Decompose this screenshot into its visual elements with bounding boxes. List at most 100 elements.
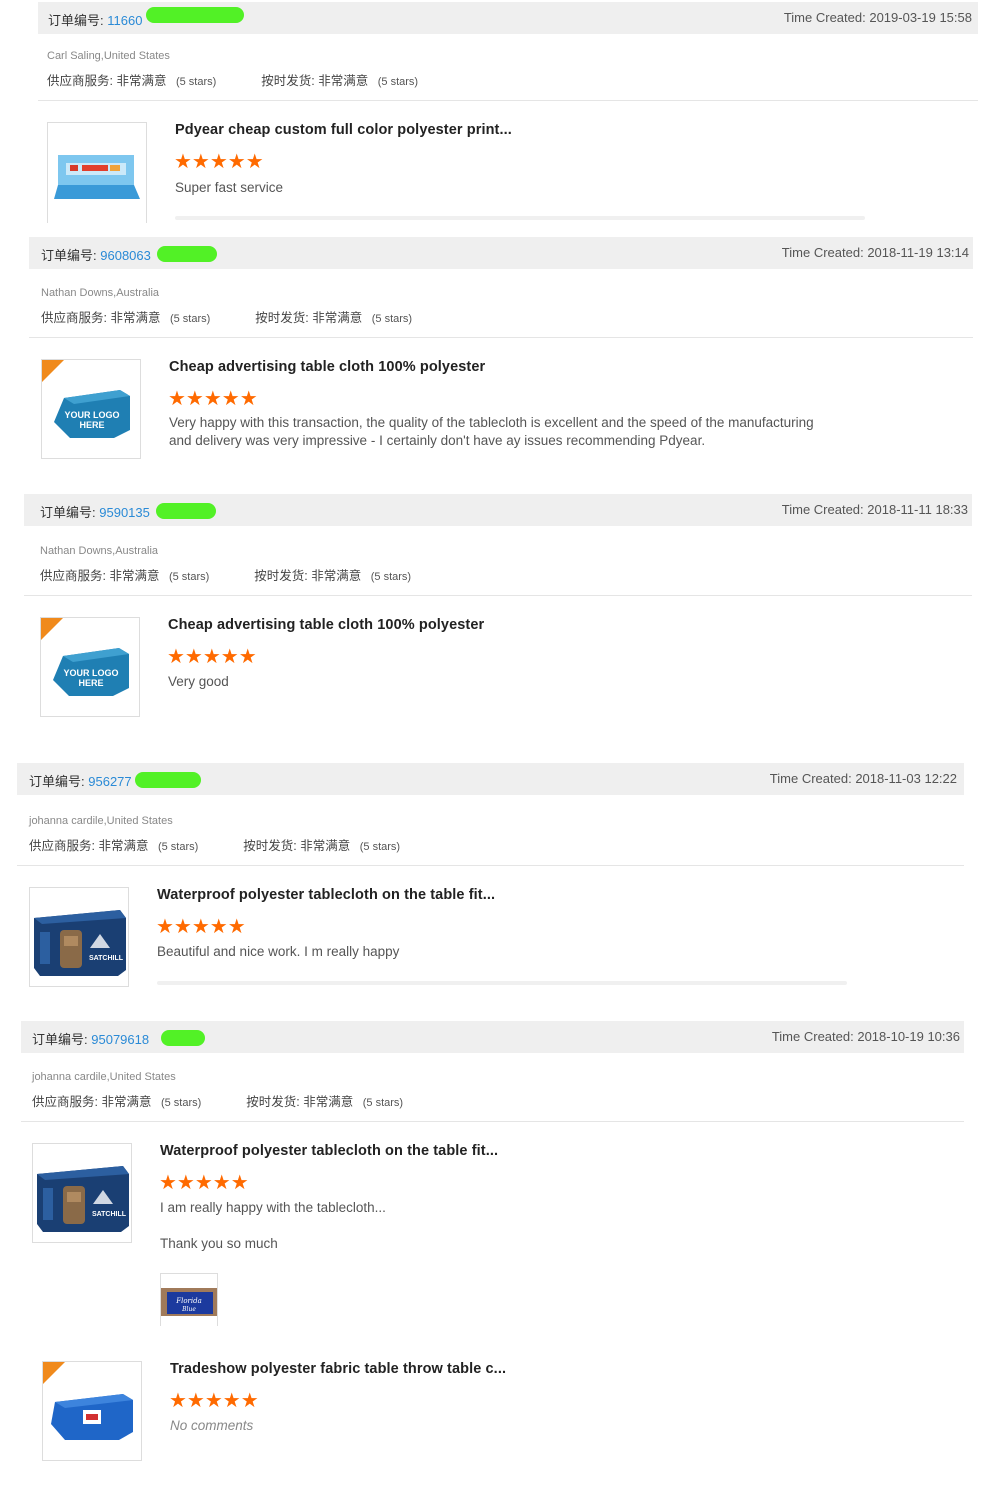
order-header: 订单编号: 11660 Time Created: 2019-03-19 15:… [38, 2, 978, 34]
shipping-rating: 非常满意 [303, 1095, 354, 1109]
product-title[interactable]: Cheap advertising table cloth 100% polye… [169, 359, 485, 375]
review-card-5: 订单编号: 95079618 Time Created: 2018-10-19 … [0, 1021, 1000, 1341]
supplier-stars: (5 stars) [157, 841, 199, 853]
svg-text:YOUR LOGO: YOUR LOGO [64, 410, 119, 420]
shipping-label: 按时发货: [243, 839, 297, 853]
order-number-label: 订单编号: 11660 [48, 10, 142, 29]
product-thumbnail[interactable]: SATCHILL [32, 1143, 132, 1243]
star-rating: ★★★★★ [159, 1172, 249, 1194]
shipping-label: 按时发货: [255, 311, 309, 325]
redaction-mark [135, 772, 201, 788]
review-card-4: 订单编号: 956277 Time Created: 2018-11-03 12… [0, 763, 1000, 995]
satchill-tablecloth-icon: SATCHILL [37, 1166, 129, 1232]
shipping-rating: 非常满意 [318, 74, 369, 88]
supplier-stars: (5 stars) [175, 76, 217, 88]
shipping-label: 按时发货: [254, 569, 308, 583]
promo-badge [42, 360, 64, 382]
svg-text:YOUR LOGO: YOUR LOGO [63, 668, 118, 678]
review-card-3: 订单编号: 9590135 Time Created: 2018-11-11 1… [0, 494, 1000, 725]
product-title[interactable]: Tradeshow polyester fabric table throw t… [170, 1361, 506, 1377]
time-created: Time Created: 2018-10-19 10:36 [772, 1029, 960, 1044]
time-label: Time Created: [769, 771, 852, 786]
redaction-mark [156, 503, 216, 519]
time-created: Time Created: 2018-11-19 13:14 [782, 245, 969, 260]
divider [24, 595, 972, 596]
svg-text:HERE: HERE [78, 678, 103, 688]
seller-ratings: 供应商服务: 非常满意 (5 stars) 按时发货: 非常满意 (5 star… [41, 307, 412, 326]
product-title[interactable]: Waterproof polyester tablecloth on the t… [160, 1143, 498, 1159]
order-number-link[interactable]: 956277 [88, 774, 131, 789]
star-rating: ★★★★★ [174, 151, 264, 173]
order-number-link[interactable]: 95079618 [91, 1032, 149, 1047]
divider [38, 100, 978, 101]
svg-text:Florida: Florida [175, 1297, 202, 1305]
supplier-rating: 非常满意 [98, 839, 149, 853]
shipping-stars: (5 stars) [370, 571, 412, 583]
supplier-stars: (5 stars) [168, 571, 210, 583]
review-card-2: 订单编号: 9608063 Time Created: 2018-11-19 1… [0, 237, 1000, 477]
star-rating: ★★★★★ [168, 388, 258, 410]
order-header: 订单编号: 9590135 Time Created: 2018-11-11 1… [24, 494, 972, 526]
shipping-rating: 非常满意 [300, 839, 351, 853]
product-title[interactable]: Waterproof polyester tablecloth on the t… [157, 887, 495, 903]
seller-ratings: 供应商服务: 非常满意 (5 stars) 按时发货: 非常满意 (5 star… [29, 835, 400, 854]
product-title[interactable]: Pdyear cheap custom full color polyester… [175, 122, 512, 138]
shipping-label: 按时发货: [261, 74, 315, 88]
order-number-label: 订单编号: 95079618 [32, 1029, 149, 1048]
supplier-label: 供应商服务: [29, 839, 95, 853]
separator-bar [157, 981, 847, 985]
order-number-link[interactable]: 9608063 [100, 248, 151, 263]
buyer-name: johanna cardile,United States [29, 815, 173, 827]
product-title[interactable]: Cheap advertising table cloth 100% polye… [168, 617, 484, 633]
printed-tablecloth-photo-icon [54, 155, 140, 199]
shipping-stars: (5 stars) [362, 1097, 404, 1109]
product-thumbnail[interactable] [42, 1361, 142, 1461]
review-comment: No comments [170, 1418, 254, 1433]
time-label: Time Created: [781, 245, 864, 260]
shipping-rating: 非常满意 [312, 311, 363, 325]
divider [17, 865, 964, 866]
order-number-link[interactable]: 11660 [107, 13, 142, 28]
review-comment-line-2: Thank you so much [160, 1236, 278, 1251]
supplier-rating: 非常满意 [109, 569, 160, 583]
promo-badge [41, 618, 63, 640]
divider [29, 337, 973, 338]
time-value: 2019-03-19 15:58 [869, 10, 972, 25]
supplier-label: 供应商服务: [41, 311, 107, 325]
time-value: 2018-11-11 18:33 [867, 502, 968, 517]
order-number-label: 订单编号: 9590135 [40, 502, 150, 521]
review-photo[interactable]: Florida Blue [160, 1273, 218, 1326]
supplier-rating: 非常满意 [110, 311, 161, 325]
redaction-mark [157, 246, 217, 262]
review-card-1: 订单编号: 11660 Time Created: 2019-03-19 15:… [0, 0, 1000, 225]
time-value: 2018-11-03 12:22 [855, 771, 957, 786]
order-number-label: 订单编号: 9608063 [41, 245, 151, 264]
satchill-tablecloth-icon: SATCHILL [34, 910, 126, 976]
review-comment: I am really happy with the tablecloth... [160, 1200, 386, 1215]
supplier-rating: 非常满意 [116, 74, 167, 88]
separator-bar [175, 216, 865, 220]
review-comment: Super fast service [175, 180, 284, 195]
product-thumbnail[interactable]: SATCHILL [29, 887, 129, 987]
supplier-label: 供应商服务: [40, 569, 106, 583]
shipping-stars: (5 stars) [371, 313, 413, 325]
svg-text:SATCHILL: SATCHILL [89, 955, 124, 962]
order-number-link[interactable]: 9590135 [99, 505, 150, 520]
review-comment: Beautiful and nice work. I m really happ… [157, 944, 400, 959]
time-value: 2018-11-19 13:14 [867, 245, 969, 260]
product-thumbnail[interactable] [47, 122, 147, 223]
order-prefix: 订单编号: [40, 505, 96, 520]
buyer-name: Nathan Downs,Australia [41, 287, 160, 299]
supplier-stars: (5 stars) [160, 1097, 202, 1109]
buyer-name: Carl Saling,United States [47, 50, 170, 62]
product-thumbnail[interactable]: YOUR LOGO HERE [40, 617, 140, 717]
time-created: Time Created: 2019-03-19 15:58 [784, 10, 972, 25]
product-thumbnail[interactable]: YOUR LOGO HERE [41, 359, 141, 459]
seller-ratings: 供应商服务: 非常满意 (5 stars) 按时发货: 非常满意 (5 star… [40, 565, 411, 584]
time-label: Time Created: [771, 1029, 854, 1044]
order-prefix: 订单编号: [29, 774, 85, 789]
buyer-name: Nathan Downs,Australia [40, 545, 159, 557]
seller-ratings: 供应商服务: 非常满意 (5 stars) 按时发货: 非常满意 (5 star… [32, 1091, 403, 1110]
time-label: Time Created: [781, 502, 864, 517]
order-prefix: 订单编号: [41, 248, 97, 263]
